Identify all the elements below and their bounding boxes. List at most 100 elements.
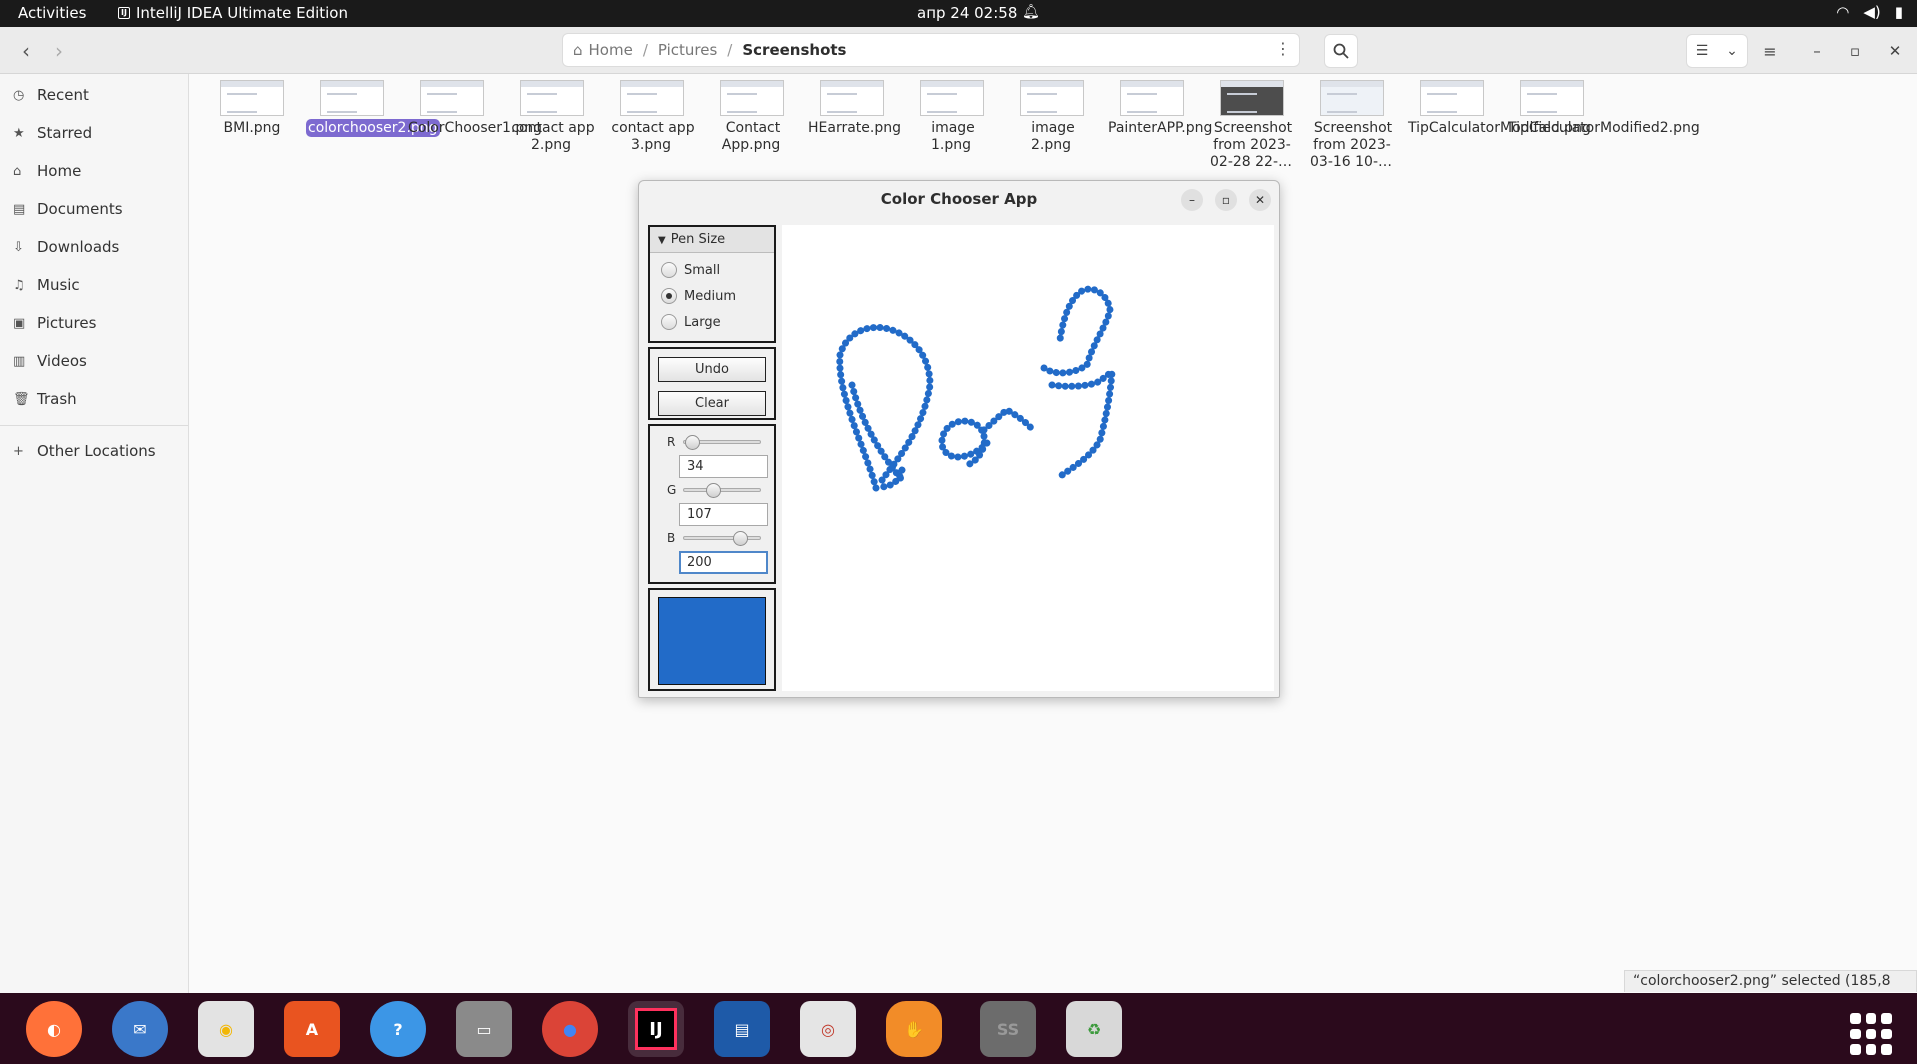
- maximize-button[interactable]: ▫: [1840, 34, 1870, 68]
- more-options-icon[interactable]: ⋮: [1275, 39, 1291, 58]
- document-viewer-icon[interactable]: ◎: [800, 1001, 856, 1057]
- sidebar-item-other-locations[interactable]: + Other Locations: [0, 432, 188, 470]
- radio-button[interactable]: [661, 314, 677, 330]
- g-slider-thumb[interactable]: [706, 483, 721, 498]
- file-item[interactable]: TipCalculatorModified2.png: [1506, 78, 1700, 137]
- show-apps-icon[interactable]: [1850, 1013, 1892, 1055]
- selection-status: “colorchooser2.png” selected (185,8 kB): [1624, 970, 1917, 1010]
- g-slider[interactable]: [683, 488, 761, 492]
- file-item[interactable]: PainterAPP.png: [1106, 78, 1212, 137]
- sidebar-item-videos[interactable]: ▥ Videos: [0, 342, 188, 380]
- plus-icon: +: [13, 443, 24, 459]
- radio-medium[interactable]: Medium: [650, 283, 774, 309]
- pen-size-header[interactable]: ▼ Pen Size: [650, 227, 774, 253]
- breadcrumb-home[interactable]: Home: [589, 41, 633, 59]
- radio-button[interactable]: [661, 288, 677, 304]
- file-thumbnail: [420, 80, 484, 116]
- file-item[interactable]: image 2.png: [1006, 78, 1098, 154]
- sidebar-item-starred[interactable]: ★ Starred: [0, 114, 188, 152]
- sidebar-item-home[interactable]: ⌂ Home: [0, 152, 188, 190]
- file-item[interactable]: TipCalculatorModified.png: [1406, 78, 1591, 137]
- forward-button[interactable]: ›: [42, 34, 76, 68]
- minimize-button[interactable]: –: [1181, 189, 1203, 211]
- download-icon: ⇩: [13, 239, 24, 255]
- maximize-button[interactable]: ▫: [1215, 189, 1237, 211]
- video-icon: ▥: [13, 353, 26, 369]
- sidebar-item-downloads[interactable]: ⇩ Downloads: [0, 228, 188, 266]
- breadcrumb-pictures[interactable]: Pictures: [658, 41, 717, 59]
- radio-large[interactable]: Large: [650, 309, 774, 335]
- trash-icon: 🗑︎: [13, 391, 30, 407]
- places-sidebar: ◷ Recent ★ Starred ⌂ Home ▤ Documents ⇩ Downl…: [0, 74, 189, 993]
- file-item[interactable]: colorchooser2.png: [306, 78, 440, 137]
- breadcrumb-screenshots[interactable]: Screenshots: [742, 41, 846, 59]
- rhythmbox-icon[interactable]: ◉: [198, 1001, 254, 1057]
- sidebar-item-documents[interactable]: ▤ Documents: [0, 190, 188, 228]
- help-icon[interactable]: ?: [370, 1001, 426, 1057]
- disk-icon[interactable]: SS: [980, 1001, 1036, 1057]
- undo-button[interactable]: Undo: [658, 357, 766, 382]
- clock[interactable]: апр 24 02:58: [917, 4, 1017, 22]
- firefox-icon[interactable]: ◐: [26, 1001, 82, 1057]
- file-item[interactable]: contact app 2.png: [506, 78, 598, 154]
- app-name: IntelliJ IDEA Ultimate Edition: [136, 4, 348, 22]
- file-thumbnail: [920, 80, 984, 116]
- close-button[interactable]: ✕: [1880, 34, 1910, 68]
- file-thumbnail: [320, 80, 384, 116]
- close-button[interactable]: ✕: [1249, 189, 1271, 211]
- intellij-dock-icon[interactable]: IJ: [628, 1001, 684, 1057]
- view-toggle[interactable]: ☰ ⌄: [1686, 34, 1748, 68]
- writer-icon[interactable]: ▤: [714, 1001, 770, 1057]
- notification-bell-icon: 🔔︎: [1022, 4, 1040, 20]
- breadcrumb: ⌂ Home / Pictures / Screenshots ⋮: [562, 33, 1300, 67]
- radio-button[interactable]: [661, 262, 677, 278]
- b-value-field[interactable]: 200: [679, 551, 768, 574]
- clear-button[interactable]: Clear: [658, 391, 766, 416]
- file-thumbnail: [720, 80, 784, 116]
- g-value-field[interactable]: 107: [679, 503, 768, 526]
- files-icon[interactable]: ▭: [456, 1001, 512, 1057]
- search-button[interactable]: [1324, 34, 1358, 68]
- file-thumbnail: [220, 80, 284, 116]
- battery-icon: ▮: [1894, 3, 1903, 21]
- file-item[interactable]: Screenshot from 2023-02-28 22-…: [1206, 78, 1298, 171]
- system-tray[interactable]: ◠ ◀) ▮: [1836, 3, 1903, 21]
- actions-panel: Undo Clear: [648, 347, 776, 420]
- g-label: G: [667, 483, 677, 497]
- sidebar-item-pictures[interactable]: ▣ Pictures: [0, 304, 188, 342]
- file-item[interactable]: image 1.png: [906, 78, 998, 154]
- file-item[interactable]: Screenshot from 2023-03-16 10-…: [1306, 78, 1398, 171]
- drawing-strokes: [836, 285, 1116, 492]
- main-menu-button[interactable]: ≡: [1753, 34, 1787, 68]
- minimize-button[interactable]: –: [1802, 34, 1832, 68]
- file-item[interactable]: ColorChooser1.png: [406, 78, 542, 137]
- file-item[interactable]: Contact App.png: [706, 78, 798, 154]
- chevron-down-icon[interactable]: ⌄: [1717, 35, 1747, 67]
- file-item[interactable]: contact app 3.png: [606, 78, 698, 154]
- file-item[interactable]: BMI.png: [206, 78, 298, 137]
- back-button[interactable]: ‹: [9, 34, 43, 68]
- header-bar: ‹ › ⌂ Home / Pictures / Screenshots ⋮ ☰ …: [0, 27, 1917, 74]
- r-value-field[interactable]: 34: [679, 455, 768, 478]
- ubuntu-software-icon[interactable]: A: [284, 1001, 340, 1057]
- drawing-canvas[interactable]: [782, 225, 1274, 691]
- list-view-icon[interactable]: ☰: [1687, 35, 1717, 67]
- sidebar-item-music[interactable]: ♫ Music: [0, 266, 188, 304]
- b-slider[interactable]: [683, 536, 761, 540]
- r-slider-thumb[interactable]: [685, 435, 700, 450]
- app-menu[interactable]: IJ IntelliJ IDEA Ultimate Edition: [118, 4, 348, 22]
- activities-button[interactable]: Activities: [18, 4, 86, 22]
- trash-icon[interactable]: ♻: [1066, 1001, 1122, 1057]
- document-icon: ▤: [13, 201, 26, 217]
- image-icon: ▣: [13, 315, 26, 331]
- chrome-icon[interactable]: ●: [542, 1001, 598, 1057]
- radio-small[interactable]: Small: [650, 257, 774, 283]
- screenshot-tool-icon[interactable]: ✋: [886, 1001, 942, 1057]
- sidebar-item-trash[interactable]: 🗑︎ Trash: [0, 380, 188, 418]
- home-icon: ⌂: [573, 41, 583, 59]
- b-slider-thumb[interactable]: [733, 531, 748, 546]
- file-item[interactable]: HEarrate.png: [806, 78, 901, 137]
- sidebar-item-recent[interactable]: ◷ Recent: [0, 76, 188, 114]
- file-thumbnail: [1120, 80, 1184, 116]
- thunderbird-icon[interactable]: ✉: [112, 1001, 168, 1057]
